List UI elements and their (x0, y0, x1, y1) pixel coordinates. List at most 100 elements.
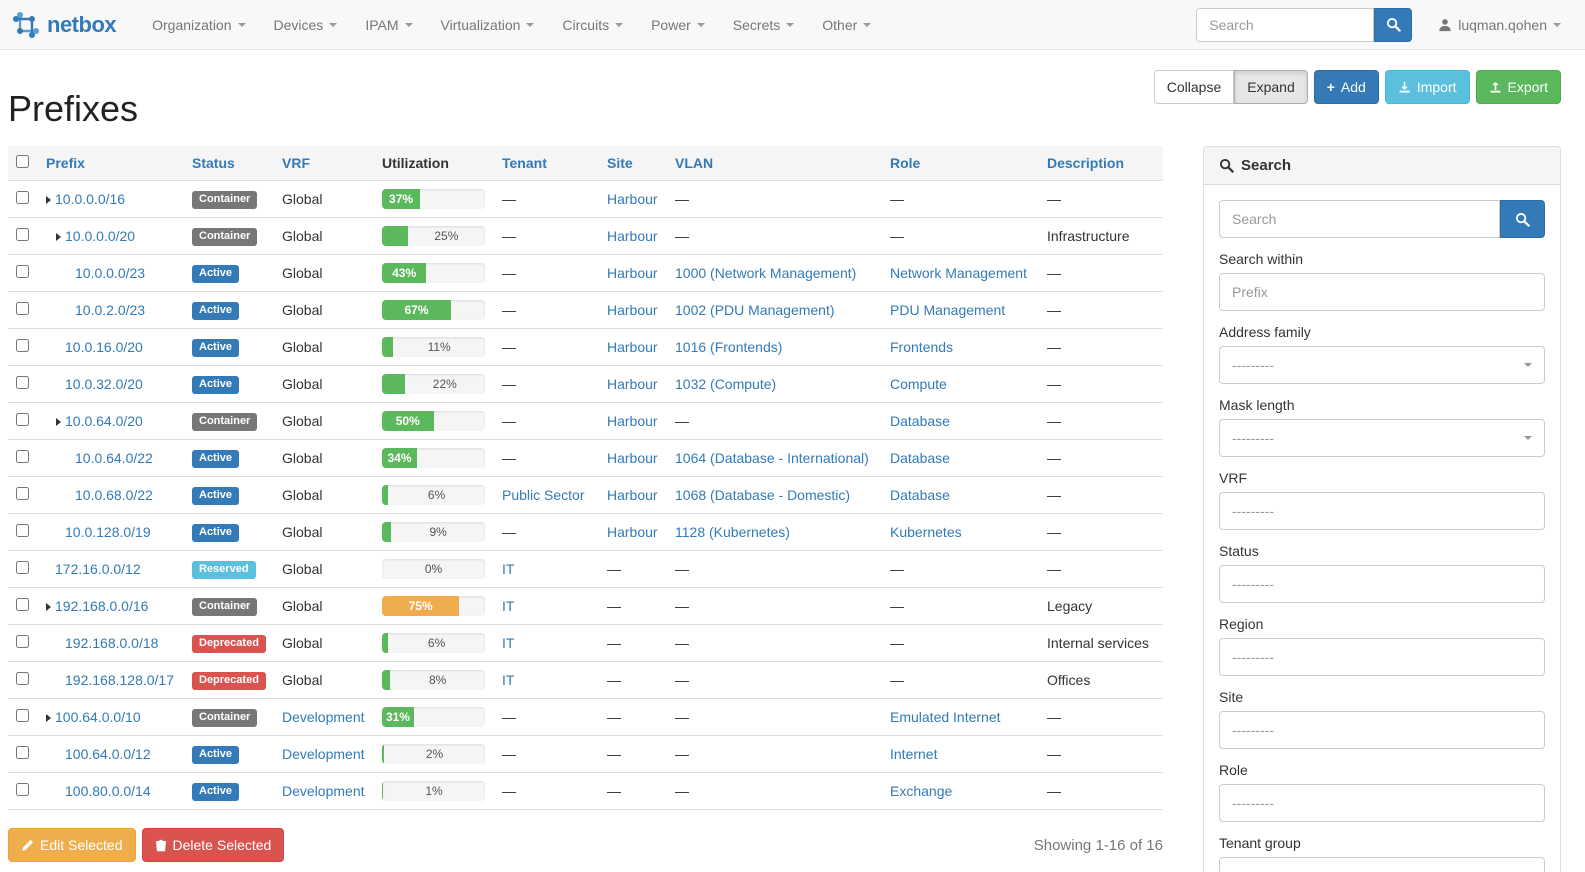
vrf-link[interactable]: Development (282, 746, 365, 762)
prefix-link[interactable]: 10.0.32.0/20 (65, 376, 143, 392)
navbar-menu-virtualization[interactable]: Virtualization (427, 0, 549, 50)
prefix-link[interactable]: 172.16.0.0/12 (55, 561, 141, 577)
role-link[interactable]: PDU Management (890, 302, 1005, 318)
tenant-link[interactable]: IT (502, 598, 514, 614)
sidebar-search-button[interactable] (1500, 200, 1545, 238)
navbar-menu-ipam[interactable]: IPAM (351, 0, 426, 50)
prefix-link[interactable]: 192.168.0.0/16 (55, 598, 148, 614)
row-checkbox[interactable] (16, 413, 29, 426)
prefix-link[interactable]: 192.168.128.0/17 (65, 672, 174, 688)
role-link[interactable]: Frontends (890, 339, 953, 355)
row-checkbox[interactable] (16, 709, 29, 722)
select-all-checkbox[interactable] (16, 155, 29, 168)
row-checkbox[interactable] (16, 191, 29, 204)
vlan-link[interactable]: 1000 (Network Management) (675, 265, 856, 281)
prefix-link[interactable]: 10.0.0.0/16 (55, 191, 125, 207)
column-header-prefix[interactable]: Prefix (46, 155, 85, 171)
prefix-link[interactable]: 100.64.0.0/10 (55, 709, 141, 725)
expand-button[interactable]: Expand (1234, 70, 1307, 104)
expand-caret-icon[interactable] (46, 603, 51, 611)
vlan-link[interactable]: 1068 (Database - Domestic) (675, 487, 850, 503)
row-checkbox[interactable] (16, 561, 29, 574)
column-header-role[interactable]: Role (890, 155, 920, 171)
vrf-link[interactable]: Development (282, 783, 365, 799)
navbar-menu-other[interactable]: Other (808, 0, 885, 50)
tenant-link[interactable]: IT (502, 635, 514, 651)
filter-input-role[interactable] (1219, 784, 1545, 822)
role-link[interactable]: Exchange (890, 783, 952, 799)
vrf-link[interactable]: Development (282, 709, 365, 725)
add-button[interactable]: + Add (1314, 70, 1379, 104)
expand-caret-icon[interactable] (56, 418, 61, 426)
site-link[interactable]: Harbour (607, 302, 658, 318)
row-checkbox[interactable] (16, 635, 29, 648)
filter-input-region[interactable] (1219, 638, 1545, 676)
role-link[interactable]: Database (890, 487, 950, 503)
navbar-menu-circuits[interactable]: Circuits (548, 0, 637, 50)
column-header-tenant[interactable]: Tenant (502, 155, 547, 171)
prefix-link[interactable]: 10.0.0.0/23 (75, 265, 145, 281)
user-menu[interactable]: luqman.qohen (1438, 17, 1561, 33)
site-link[interactable]: Harbour (607, 524, 658, 540)
site-link[interactable]: Harbour (607, 376, 658, 392)
row-checkbox[interactable] (16, 598, 29, 611)
site-link[interactable]: Harbour (607, 265, 658, 281)
site-link[interactable]: Harbour (607, 450, 658, 466)
navbar-menu-organization[interactable]: Organization (138, 0, 259, 50)
filter-input-site[interactable] (1219, 711, 1545, 749)
filter-input-vrf[interactable] (1219, 492, 1545, 530)
prefix-link[interactable]: 100.64.0.0/12 (65, 746, 151, 762)
site-link[interactable]: Harbour (607, 191, 658, 207)
filter-select-mask-length[interactable]: --------- (1219, 419, 1545, 457)
column-header-vlan[interactable]: VLAN (675, 155, 713, 171)
role-link[interactable]: Network Management (890, 265, 1027, 281)
navbar-menu-devices[interactable]: Devices (260, 0, 352, 50)
export-button[interactable]: Export (1476, 70, 1561, 104)
row-checkbox[interactable] (16, 672, 29, 685)
edit-selected-button[interactable]: Edit Selected (8, 828, 136, 862)
role-link[interactable]: Database (890, 450, 950, 466)
netbox-logo[interactable]: netbox (12, 11, 116, 39)
navbar-search-input[interactable] (1196, 8, 1374, 42)
prefix-link[interactable]: 10.0.16.0/20 (65, 339, 143, 355)
navbar-menu-power[interactable]: Power (637, 0, 719, 50)
filter-input-status[interactable] (1219, 565, 1545, 603)
site-link[interactable]: Harbour (607, 487, 658, 503)
prefix-link[interactable]: 100.80.0.0/14 (65, 783, 151, 799)
delete-selected-button[interactable]: Delete Selected (142, 828, 285, 862)
prefix-link[interactable]: 10.0.68.0/22 (75, 487, 153, 503)
role-link[interactable]: Kubernetes (890, 524, 962, 540)
role-link[interactable]: Emulated Internet (890, 709, 1001, 725)
prefix-link[interactable]: 10.0.128.0/19 (65, 524, 151, 540)
role-link[interactable]: Database (890, 413, 950, 429)
expand-caret-icon[interactable] (46, 714, 51, 722)
sidebar-search-input[interactable] (1219, 200, 1500, 238)
filter-input-tenant-group[interactable] (1219, 857, 1545, 872)
column-header-vrf[interactable]: VRF (282, 155, 310, 171)
column-header-status[interactable]: Status (192, 155, 235, 171)
expand-caret-icon[interactable] (46, 196, 51, 204)
navbar-search-button[interactable] (1374, 8, 1412, 42)
prefix-link[interactable]: 10.0.0.0/20 (65, 228, 135, 244)
site-link[interactable]: Harbour (607, 228, 658, 244)
site-link[interactable]: Harbour (607, 339, 658, 355)
role-link[interactable]: Compute (890, 376, 947, 392)
row-checkbox[interactable] (16, 265, 29, 278)
navbar-menu-secrets[interactable]: Secrets (719, 0, 808, 50)
row-checkbox[interactable] (16, 302, 29, 315)
tenant-link[interactable]: Public Sector (502, 487, 584, 503)
tenant-link[interactable]: IT (502, 672, 514, 688)
site-link[interactable]: Harbour (607, 413, 658, 429)
column-header-description[interactable]: Description (1047, 155, 1124, 171)
vlan-link[interactable]: 1032 (Compute) (675, 376, 776, 392)
prefix-link[interactable]: 10.0.2.0/23 (75, 302, 145, 318)
row-checkbox[interactable] (16, 487, 29, 500)
vlan-link[interactable]: 1002 (PDU Management) (675, 302, 835, 318)
tenant-link[interactable]: IT (502, 561, 514, 577)
column-header-site[interactable]: Site (607, 155, 633, 171)
row-checkbox[interactable] (16, 450, 29, 463)
vlan-link[interactable]: 1016 (Frontends) (675, 339, 782, 355)
row-checkbox[interactable] (16, 783, 29, 796)
vlan-link[interactable]: 1128 (Kubernetes) (675, 524, 790, 540)
row-checkbox[interactable] (16, 376, 29, 389)
